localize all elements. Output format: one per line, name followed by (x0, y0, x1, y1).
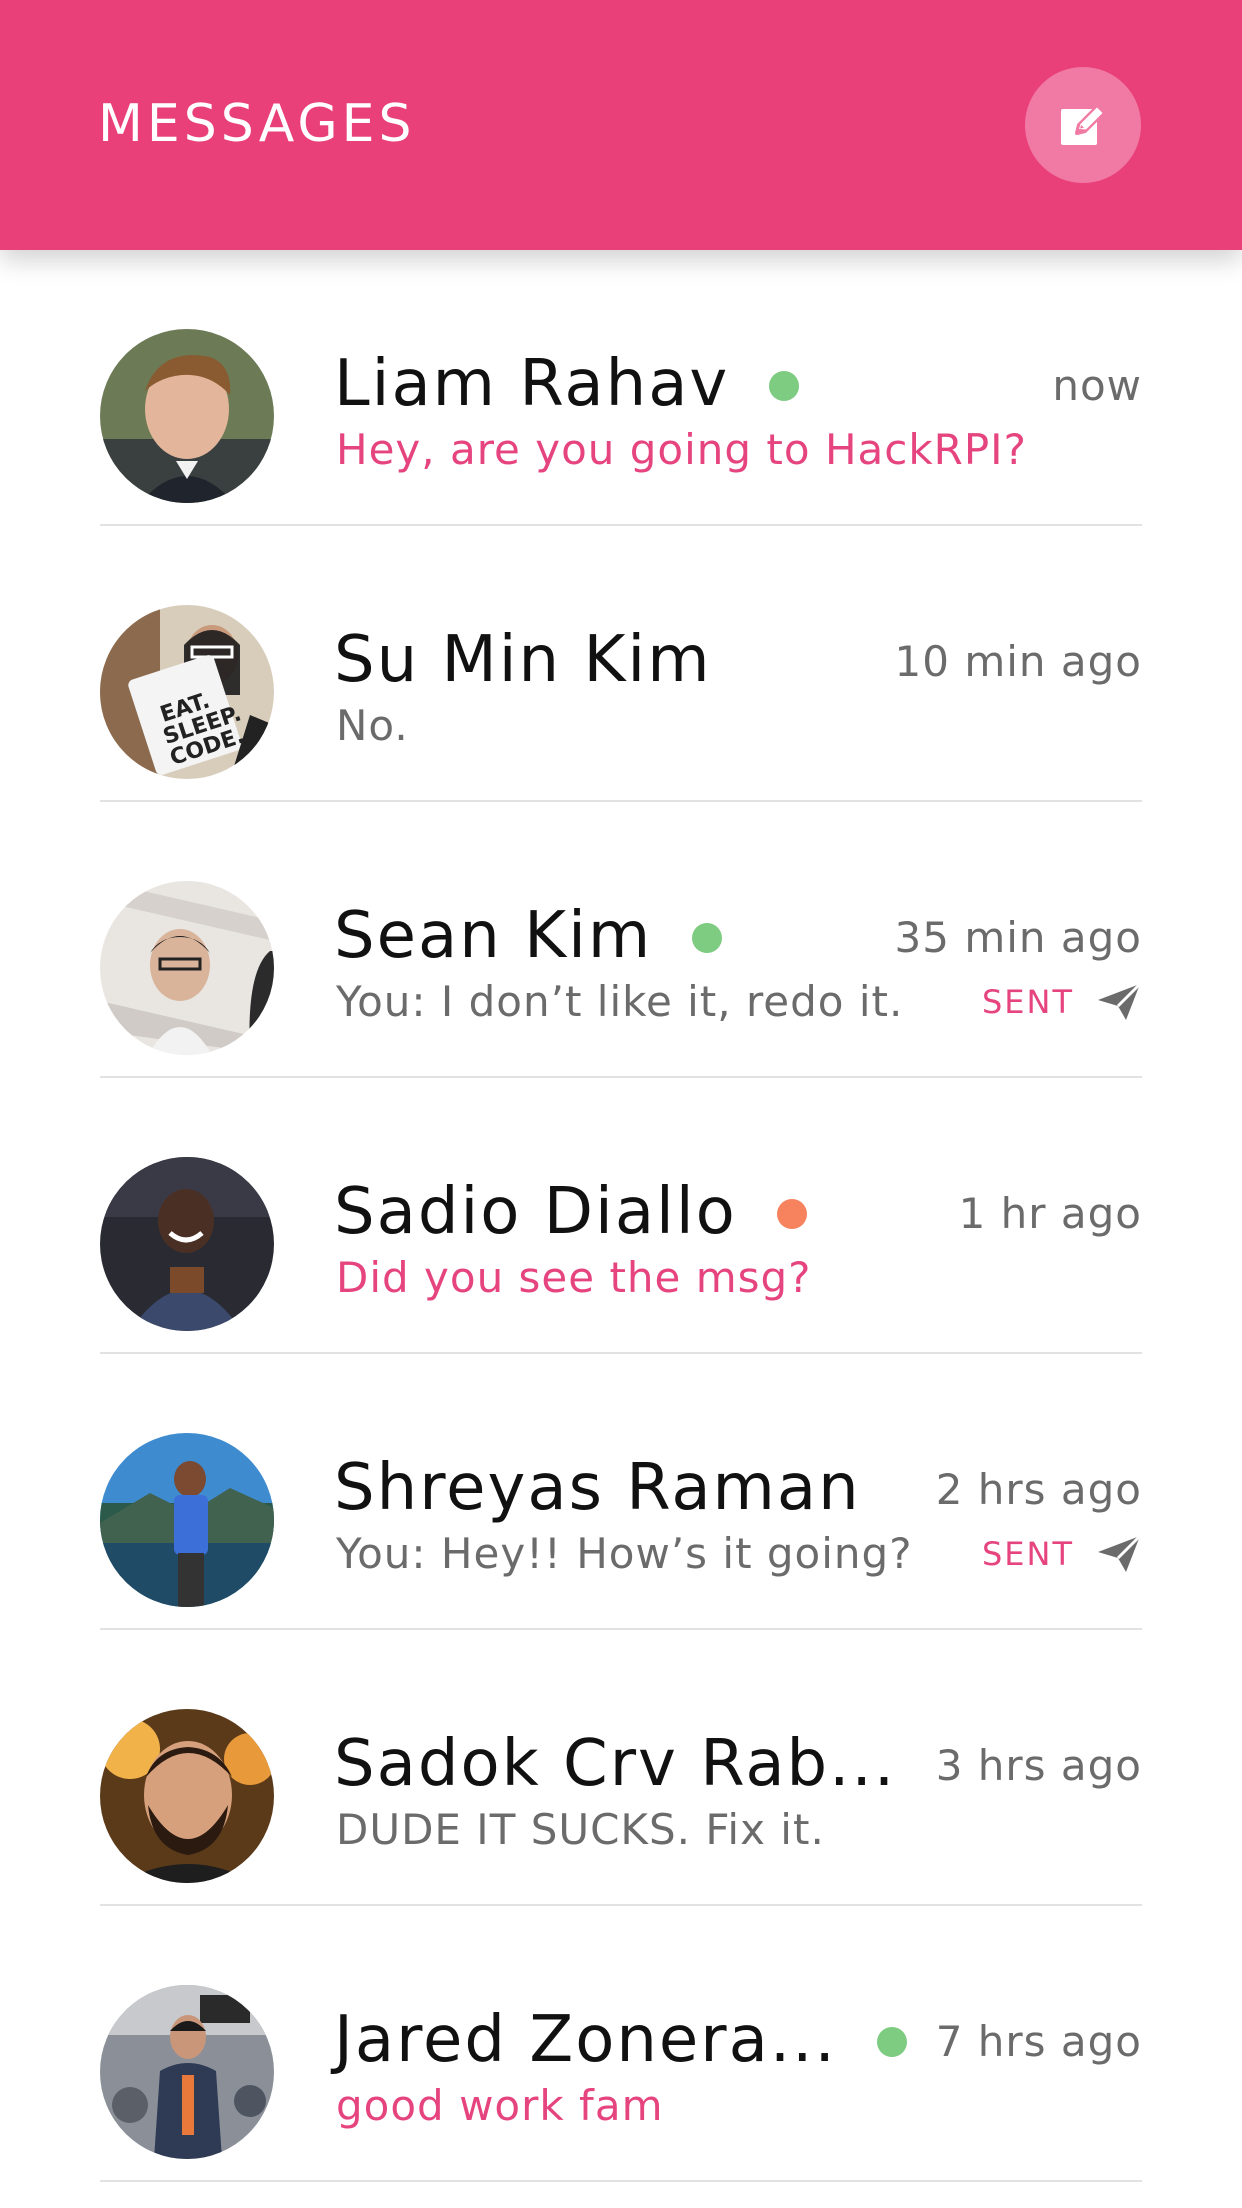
name-line: Liam Rahav (334, 346, 800, 422)
sent-label: SENT (981, 983, 1074, 1021)
compose-icon (1057, 99, 1109, 151)
avatar (100, 1709, 274, 1883)
conversation-row[interactable]: Jared Zonera... 7 hrs ago good work fam (0, 1906, 1242, 2182)
header-bar: MESSAGES (0, 0, 1242, 250)
message-preview: No. (336, 701, 409, 750)
message-preview: DUDE IT SUCKS. Fix it. (336, 1805, 825, 1854)
avatar (100, 1433, 274, 1607)
timestamp: 10 min ago (894, 637, 1142, 686)
contact-name: Su Min Kim (334, 623, 712, 697)
sent-indicator: SENT (982, 974, 1142, 1030)
avatar (100, 329, 274, 503)
conversation-row[interactable]: Sean Kim 35 min ago You: I don’t like it, … (0, 802, 1242, 1078)
avatar (100, 881, 274, 1055)
online-status-dot (876, 2027, 907, 2057)
row-divider (100, 2180, 1142, 2182)
conversation-row[interactable]: Liam Rahav now Hey, are you going to HackR… (0, 250, 1242, 526)
conversation-row[interactable]: EAT. SLEEP. CODE. Su Min Kim 10 min ago No. (0, 526, 1242, 802)
name-line: Sadok Crv Rab... (334, 1726, 896, 1802)
avatar (100, 1985, 274, 2159)
paper-plane-icon (1096, 982, 1142, 1022)
page-title: MESSAGES (98, 94, 416, 154)
name-line: Su Min Kim (334, 622, 712, 698)
timestamp: 35 min ago (894, 913, 1142, 962)
contact-name: Jared Zonera... (334, 2003, 837, 2077)
paper-plane-icon (1096, 1534, 1142, 1574)
timestamp: 3 hrs ago (935, 1741, 1142, 1790)
timestamp: now (1052, 361, 1142, 410)
contact-name: Liam Rahav (334, 347, 730, 421)
sent-indicator: SENT (982, 1526, 1142, 1582)
contact-name: Sadok Crv Rab... (334, 1727, 897, 1801)
compose-button[interactable] (1025, 67, 1141, 183)
timestamp: 2 hrs ago (935, 1465, 1142, 1514)
name-line: Sean Kim (334, 898, 723, 974)
name-line: Sadio Diallo (334, 1174, 807, 1250)
message-preview: good work fam (336, 2081, 664, 2130)
message-preview: Hey, are you going to HackRPI? (336, 425, 1027, 474)
message-preview: You: I don’t like it, redo it. (336, 977, 904, 1026)
message-preview: Did you see the msg? (336, 1253, 812, 1302)
name-line: Shreyas Raman (334, 1450, 861, 1526)
name-line: Jared Zonera... (334, 2002, 907, 2078)
online-status-dot (769, 371, 800, 401)
conversation-row[interactable]: Shreyas Raman 2 hrs ago You: Hey!! How’s i… (0, 1354, 1242, 1630)
avatar: EAT. SLEEP. CODE. (100, 605, 274, 779)
contact-name: Sadio Diallo (334, 1175, 737, 1249)
timestamp: 1 hr ago (958, 1189, 1142, 1238)
message-preview: You: Hey!! How’s it going? (336, 1529, 913, 1578)
online-status-dot (692, 923, 723, 953)
conversation-row[interactable]: Sadok Crv Rab... 3 hrs ago DUDE IT SUCKS. … (0, 1630, 1242, 1906)
away-status-dot (776, 1199, 807, 1229)
contact-name: Sean Kim (334, 899, 653, 973)
conversation-row[interactable]: Sadio Diallo 1 hr ago Did you see the msg? (0, 1078, 1242, 1354)
timestamp: 7 hrs ago (935, 2017, 1142, 2066)
contact-name: Shreyas Raman (334, 1451, 861, 1525)
avatar (100, 1157, 274, 1331)
sent-label: SENT (981, 1535, 1074, 1573)
